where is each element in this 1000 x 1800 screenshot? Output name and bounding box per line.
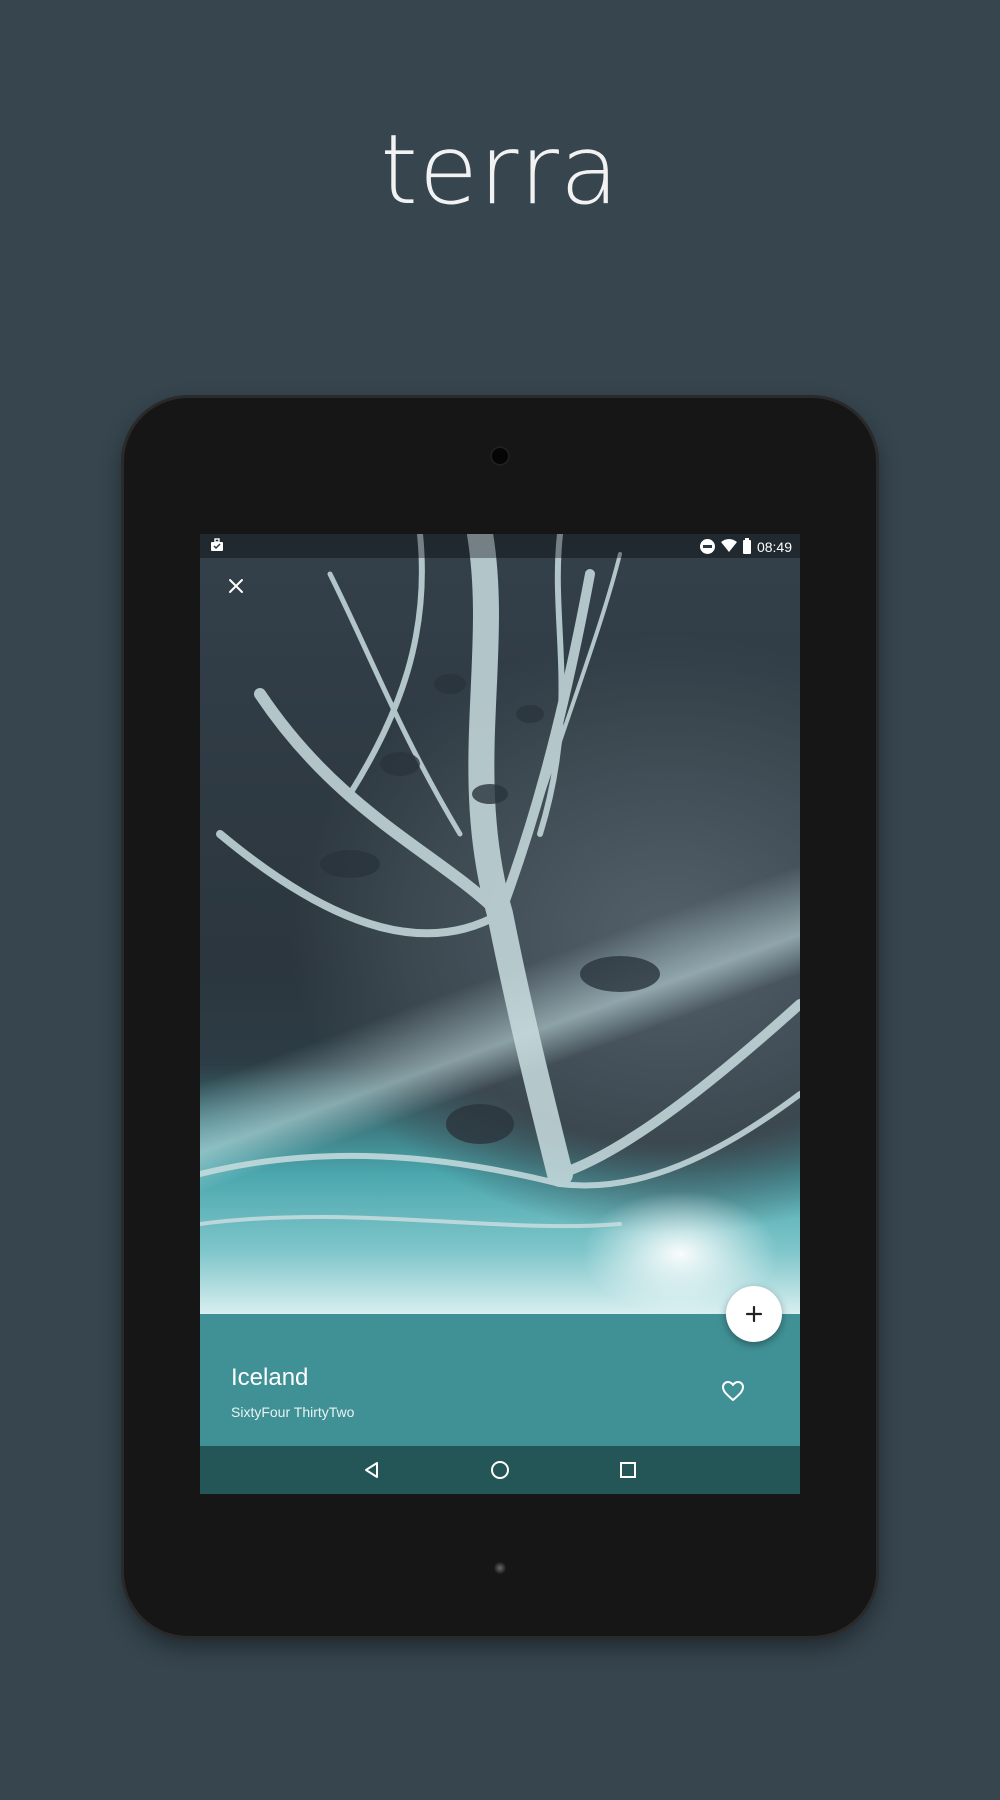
promo-title: terra xyxy=(380,114,620,226)
add-fab-button[interactable] xyxy=(726,1286,782,1342)
close-button[interactable] xyxy=(224,574,248,598)
home-icon xyxy=(491,1461,509,1479)
home-button[interactable] xyxy=(488,1458,512,1482)
close-icon xyxy=(229,579,243,593)
plus-icon xyxy=(745,1305,763,1323)
back-button[interactable] xyxy=(360,1458,384,1482)
wifi-icon xyxy=(720,538,737,555)
recents-button[interactable] xyxy=(616,1458,640,1482)
heart-outline-icon xyxy=(722,1381,744,1401)
battery-icon xyxy=(742,537,751,554)
place-subtitle: SixtyFour ThirtyTwo xyxy=(231,1404,355,1420)
favorite-button[interactable] xyxy=(718,1376,748,1406)
back-icon xyxy=(365,1462,378,1478)
info-panel: Iceland SixtyFour ThirtyTwo xyxy=(200,1314,800,1446)
wallpaper-image xyxy=(200,534,800,1314)
status-time: 08:49 xyxy=(756,538,792,555)
home-sensor xyxy=(494,1562,506,1574)
status-bar: 08:49 xyxy=(200,534,800,558)
river-delta-texture xyxy=(200,534,800,1229)
do-not-disturb-icon xyxy=(699,539,715,554)
work-profile-icon xyxy=(210,538,224,555)
device-screen: 08:49 Iceland SixtyFour ThirtyTwo xyxy=(200,534,800,1494)
navigation-bar xyxy=(200,1446,800,1494)
place-title: Iceland xyxy=(231,1364,309,1391)
recents-icon xyxy=(620,1462,636,1478)
front-camera xyxy=(490,446,510,466)
tablet-device: 08:49 Iceland SixtyFour ThirtyTwo xyxy=(124,398,876,1636)
